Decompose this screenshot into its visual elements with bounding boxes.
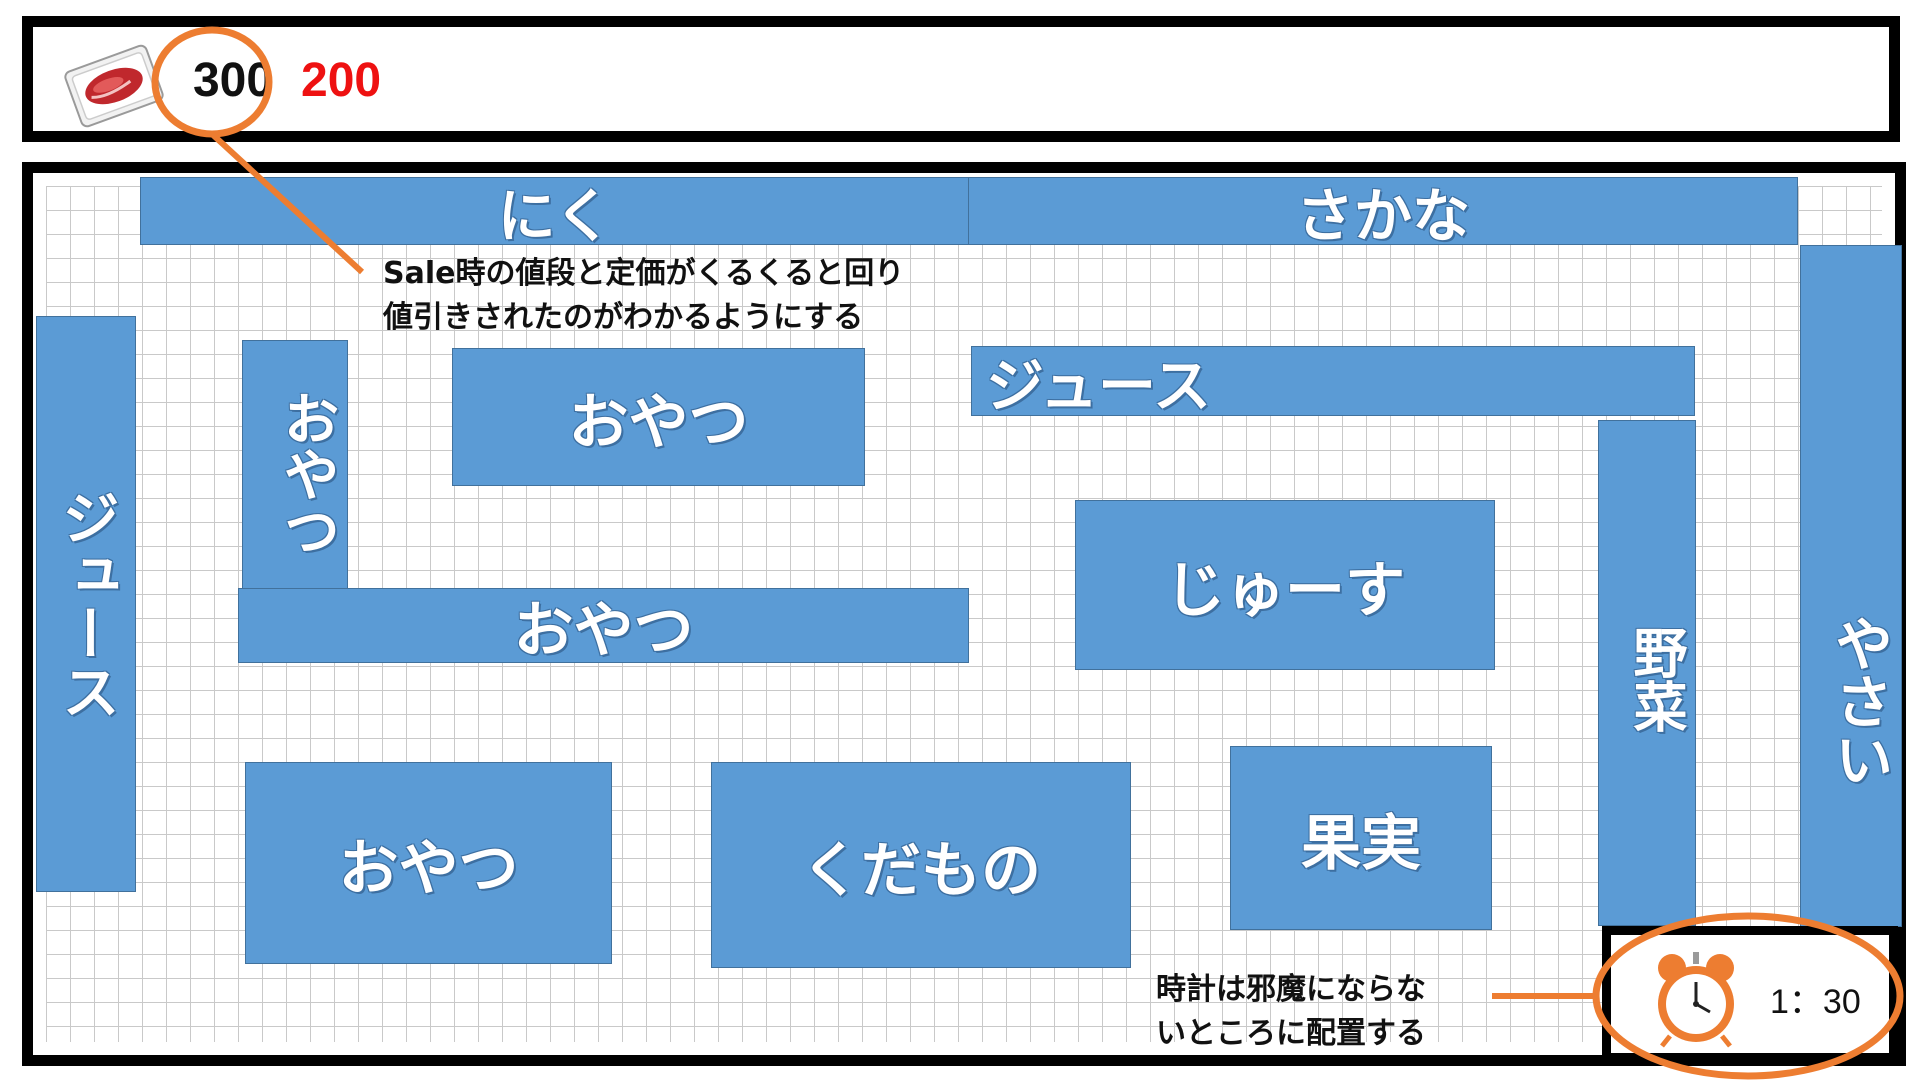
shelf-label: くだもの: [801, 835, 1041, 906]
shelf-kudamono[interactable]: くだもの: [711, 762, 1131, 968]
meat-pack-icon: [64, 44, 164, 128]
shelf-oyatsu-bottom[interactable]: おやつ: [245, 762, 612, 964]
annotation-line: 値引きされたのがわかるようにする: [383, 300, 864, 335]
annotation-line: 時計は邪魔にならな: [1156, 972, 1426, 1007]
shelf-label: さかな: [1295, 182, 1470, 245]
shelf-label: おやつ: [274, 390, 339, 558]
shelf-label: おやつ: [338, 833, 519, 904]
shelf-juice-left[interactable]: ジュース: [36, 316, 136, 892]
alarm-clock-icon: [1658, 952, 1734, 1048]
shelf-label: おやつ: [568, 387, 749, 458]
annotation-line: Sale時の値段と定価がくるくると回り: [383, 256, 905, 291]
shelf-label: ジュース: [986, 352, 1212, 416]
sale-price: 200: [301, 54, 382, 107]
clock-time: 1：30: [1770, 983, 1861, 1021]
shelf-yasai-right[interactable]: やさい: [1800, 245, 1902, 927]
shelf-label: にく: [497, 182, 613, 245]
shelf-sakana[interactable]: さかな: [968, 177, 1798, 245]
shelf-label: 果実: [1301, 808, 1421, 879]
shelf-oyatsu-top[interactable]: おやつ: [452, 348, 865, 486]
shelf-oyatsu-mid[interactable]: おやつ: [238, 588, 969, 663]
shelf-juusu-hira[interactable]: じゅーす: [1075, 500, 1495, 670]
regular-price: 300: [192, 54, 274, 107]
annotation-sale-price: Sale時の値段と定価がくるくると回り 値引きされたのがわかるようにする: [383, 252, 904, 340]
shelf-label: やさい: [1825, 614, 1893, 788]
price-header: 300 200: [22, 16, 1900, 142]
shelf-kajitsu[interactable]: 果実: [1230, 746, 1492, 930]
shelf-oyatsu-vertical[interactable]: おやつ: [242, 340, 348, 590]
shelf-juice-top-mid[interactable]: ジュース: [971, 346, 1695, 416]
shelf-label: おやつ: [513, 596, 694, 663]
shelf-label: ジュース: [52, 488, 120, 720]
annotation-line: いところに配置する: [1156, 1016, 1426, 1051]
shelf-yasai-kanji[interactable]: 野菜: [1598, 420, 1696, 926]
shelf-label: 野菜: [1624, 625, 1687, 733]
shelf-niku[interactable]: にく: [140, 177, 970, 245]
shelf-label: じゅーす: [1165, 555, 1405, 626]
annotation-clock: 時計は邪魔にならな いところに配置する: [1156, 968, 1426, 1056]
